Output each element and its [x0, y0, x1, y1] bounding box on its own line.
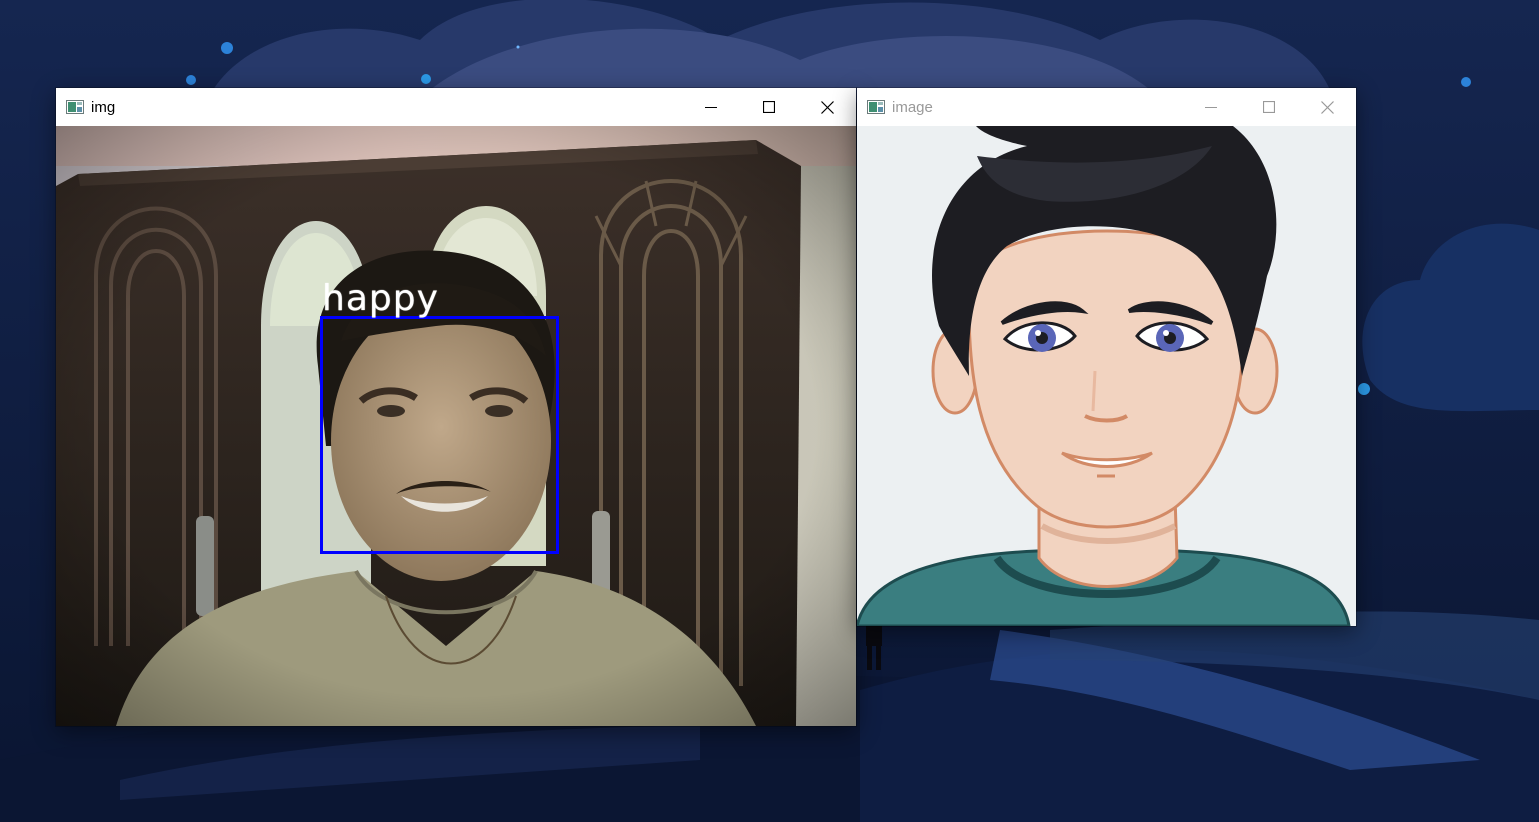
- minimize-icon: [705, 107, 717, 108]
- window-controls: [682, 88, 856, 126]
- window-controls: [1182, 88, 1356, 126]
- minimize-icon: [1205, 107, 1217, 108]
- minimize-button[interactable]: [1182, 88, 1240, 126]
- maximize-icon: [1263, 101, 1275, 113]
- cartoon-avatar: [857, 126, 1356, 626]
- window-title: img: [91, 98, 116, 116]
- avatar-canvas: [857, 126, 1356, 626]
- maximize-button[interactable]: [740, 88, 798, 126]
- face-bounding-box: [320, 316, 559, 554]
- avatar-window-titlebar[interactable]: image: [857, 88, 1356, 126]
- close-button[interactable]: [1298, 88, 1356, 126]
- window-app-icon: [867, 100, 885, 114]
- close-button[interactable]: [798, 88, 856, 126]
- maximize-icon: [763, 101, 775, 113]
- webcam-feed: happy: [56, 126, 856, 726]
- maximize-button[interactable]: [1240, 88, 1298, 126]
- window-title: image: [892, 98, 933, 116]
- close-icon: [820, 100, 834, 114]
- close-icon: [1320, 100, 1334, 114]
- webcam-window[interactable]: img happy: [56, 88, 856, 726]
- avatar-window[interactable]: image: [857, 88, 1356, 626]
- emotion-label: happy: [322, 278, 439, 319]
- webcam-window-titlebar[interactable]: img: [56, 88, 856, 126]
- window-app-icon: [66, 100, 84, 114]
- minimize-button[interactable]: [682, 88, 740, 126]
